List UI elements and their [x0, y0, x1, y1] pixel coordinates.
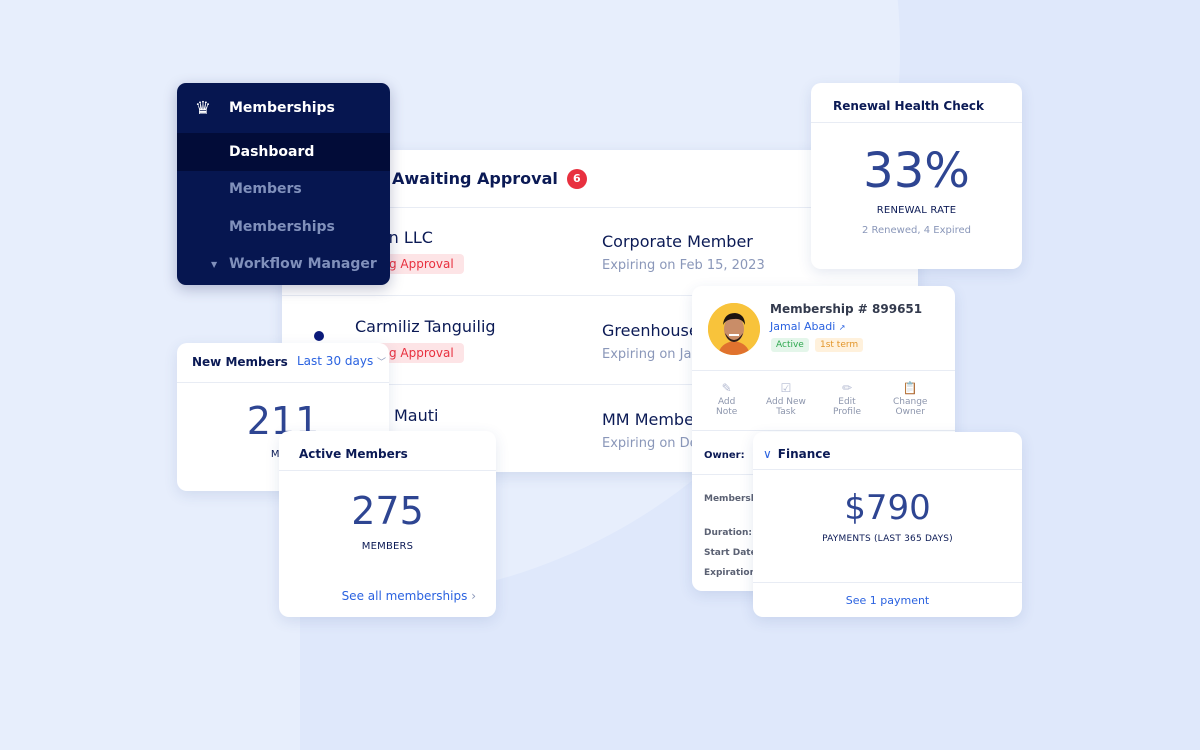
- sidebar-item-members[interactable]: Members: [177, 171, 390, 209]
- caret-down-icon: ▼: [211, 259, 218, 269]
- clipboard-icon: 📋: [902, 381, 918, 395]
- change-owner-button[interactable]: 📋 Change Owner: [893, 381, 927, 417]
- card-title: Renewal Health Check: [833, 99, 984, 113]
- chevron-down-icon: ﹀: [377, 358, 387, 368]
- add-note-button[interactable]: ✎ Add Note: [716, 381, 737, 417]
- payments-value: $790: [844, 488, 931, 528]
- plan-name: Greenhouse: [602, 321, 699, 340]
- term-badge: 1st term: [815, 338, 864, 352]
- renewal-rate-value: 33%: [863, 143, 970, 199]
- see-payment-link[interactable]: See 1 payment: [753, 594, 1022, 607]
- card-title: New Members: [192, 355, 288, 369]
- active-members-card: Active Members 275 MEMBERS See all membe…: [279, 431, 496, 617]
- note-edit-icon: ✎: [721, 381, 732, 395]
- active-members-label: MEMBERS: [361, 541, 414, 552]
- avatar: [708, 303, 760, 355]
- field-label: Duration:: [704, 528, 752, 538]
- sidebar-nav: ♛ Memberships Dashboard Members Membersh…: [177, 83, 390, 285]
- payments-label: PAYMENTS (LAST 365 DAYS): [822, 534, 953, 544]
- member-link[interactable]: Jamal Abadi ↗: [770, 320, 845, 333]
- card-title: Finance: [777, 447, 831, 461]
- range-dropdown[interactable]: Last 30 days ﹀: [297, 354, 386, 368]
- see-all-memberships-link[interactable]: See all memberships ›: [342, 589, 476, 603]
- card-title: Active Members: [299, 447, 408, 461]
- add-task-button[interactable]: ☑ Add New Task: [766, 381, 806, 417]
- renewal-rate-label: RENEWAL RATE: [876, 205, 957, 216]
- approval-count-badge: 6: [566, 168, 587, 189]
- finance-card: ∨ Finance $790 PAYMENTS (LAST 365 DAYS) S…: [753, 432, 1022, 617]
- plan-name: MM Membe: [602, 410, 694, 429]
- chevron-down-icon[interactable]: ∨: [763, 447, 772, 461]
- approval-title: Awaiting Approval: [392, 169, 558, 188]
- membership-number: Membership # 899651: [770, 302, 923, 316]
- expiry-date: Expiring on De: [602, 436, 698, 451]
- member-name[interactable]: Mauti: [394, 406, 438, 425]
- renewal-detail: 2 Renewed, 4 Expired: [861, 225, 971, 236]
- task-check-icon: ☑: [780, 381, 792, 395]
- external-link-icon: ↗: [838, 323, 846, 332]
- sidebar-item-memberships[interactable]: Memberships: [177, 208, 390, 246]
- plan-name: Corporate Member: [602, 232, 753, 251]
- expiry-date: Expiring on Feb 15, 2023: [602, 258, 765, 273]
- member-name[interactable]: Carmiliz Tanguilig: [355, 317, 496, 336]
- field-label: Start Date:: [704, 548, 761, 558]
- expiry-date: Expiring on Ja: [602, 347, 692, 362]
- sidebar-header[interactable]: ♛ Memberships: [177, 83, 390, 133]
- member-name[interactable]: Jamal Abadi: [770, 320, 835, 333]
- pencil-icon: ✏: [841, 381, 853, 395]
- crown-icon: ♛: [194, 97, 212, 119]
- active-members-value: 275: [351, 489, 424, 533]
- sidebar-item-label: Workflow Manager: [229, 256, 377, 273]
- sidebar-item-workflow-manager[interactable]: ▼ Workflow Manager: [177, 246, 390, 284]
- edit-profile-button[interactable]: ✏ Edit Profile: [833, 381, 861, 417]
- field-label: Membershi: [704, 494, 761, 504]
- status-badge: Active: [771, 338, 809, 352]
- sidebar-item-dashboard[interactable]: Dashboard: [177, 133, 390, 171]
- sidebar-title: Memberships: [229, 100, 335, 116]
- chevron-right-icon: ›: [471, 589, 476, 603]
- renewal-health-card: Renewal Health Check 33% RENEWAL RATE 2 …: [811, 83, 1022, 269]
- avatar-dot: [314, 331, 324, 341]
- owner-label: Owner:: [704, 450, 745, 461]
